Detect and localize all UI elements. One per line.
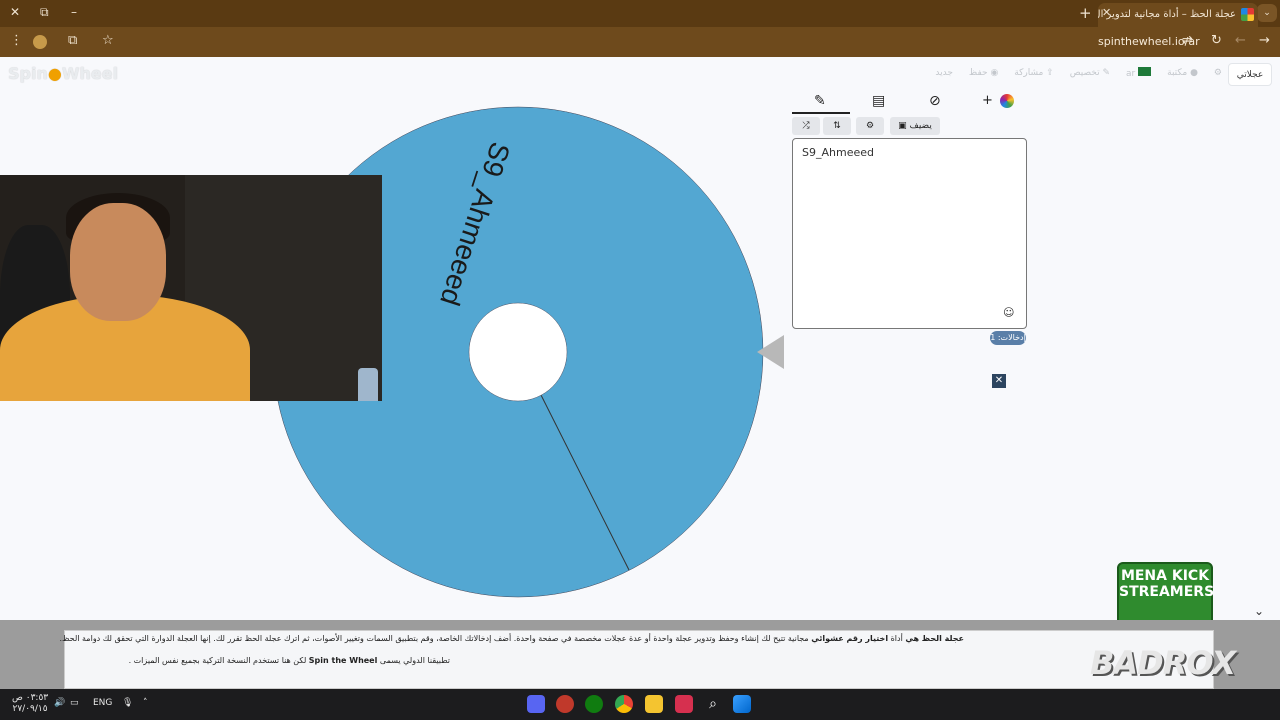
page-content: Spin●Wheel عجلاتي ⚙ ● مكتبة ar ✎ تخصيص ⇪… [0, 57, 1280, 620]
tablist-icon[interactable]: ⌄ [1257, 4, 1277, 22]
close-icon[interactable]: ✕ [992, 374, 1006, 388]
chevron-down-icon[interactable]: ⌄ [1254, 604, 1264, 618]
search-icon[interactable]: ⌕ [704, 695, 722, 713]
shuffle-button[interactable]: ⤮ [792, 117, 820, 135]
network-icon[interactable]: ▭ [70, 698, 79, 708]
add-image-button[interactable]: ▣ يضيف [890, 117, 940, 135]
reload-icon[interactable]: ↻ [1211, 33, 1222, 48]
clipboard-icon[interactable]: ▤ [872, 93, 885, 109]
hide-eye-icon[interactable]: ⊘ [929, 93, 941, 109]
footer-text-line1: عجلة الحظ هي أداة اختيار رقم عشوائي مجان… [59, 634, 964, 643]
restore-icon[interactable]: ⧉ [40, 5, 49, 20]
app-icon[interactable] [556, 695, 574, 713]
profile-icon[interactable] [33, 35, 47, 49]
clock[interactable]: ٠٣:٥٣ ص ٢٧/٠٩/١٥ [12, 693, 48, 715]
color-wheel-icon[interactable] [1000, 94, 1014, 108]
wheel-center[interactable] [468, 302, 568, 402]
footer: عجلة الحظ هي أداة اختيار رقم عشوائي مجان… [0, 620, 1280, 689]
tab-title: عجلة الحظ – أداة مجانية لتدوير ال... [1098, 9, 1236, 20]
volume-icon[interactable]: 🔊 [54, 698, 65, 708]
webcam-bottle [358, 368, 378, 401]
folder-icon[interactable] [645, 695, 663, 713]
shuffle-icon: ⤮ [802, 121, 810, 131]
mic-icon[interactable]: 🎙 [122, 698, 133, 708]
tab-close-icon[interactable]: ✕ [1102, 6, 1111, 19]
active-tab-indicator [792, 112, 850, 114]
image-icon: ▣ [898, 121, 907, 131]
sort-button[interactable]: ⇅ [823, 117, 851, 135]
bookmark-icon[interactable]: ☆ [102, 33, 114, 48]
site-favicon-icon [1241, 8, 1254, 21]
windows-start-icon[interactable] [733, 695, 751, 713]
taskbar: ٠٣:٥٣ ص ٢٧/٠٩/١٥ 🔊 ▭ ENG 🎙 ˄ ⌕ [0, 689, 1280, 720]
browser-toolbar: ⋮ ⧉ ☆ spinthewheel.io/ar ⇌ ↻ ← → [0, 27, 1280, 57]
tray-chevron-icon[interactable]: ˄ [143, 698, 148, 708]
advanced-button[interactable]: ⚙ [856, 117, 884, 135]
language-indicator[interactable]: ENG [93, 698, 112, 708]
chrome-icon[interactable] [615, 695, 633, 713]
webcam-overlay [0, 175, 382, 401]
new-tab-icon[interactable]: + [1079, 4, 1092, 22]
entry-count-badge: إدخالات: 1 [990, 331, 1026, 345]
edit-pencil-icon[interactable]: ✎ [814, 93, 826, 109]
app2-icon[interactable] [675, 695, 693, 713]
extensions-icon[interactable]: ⧉ [68, 33, 77, 48]
gear-icon: ⚙ [865, 121, 875, 131]
discord-icon[interactable] [527, 695, 545, 713]
browser-tab[interactable]: عجلة الحظ – أداة مجانية لتدوير ال... [1098, 3, 1258, 27]
footer-text-line2: تطبيقنا الدولي يسمى Spin the Wheel لكن ه… [128, 656, 450, 665]
sort-icon: ⇅ [833, 121, 841, 131]
minimize-icon[interactable]: – [71, 5, 77, 19]
menu-icon[interactable]: ⋮ [10, 33, 23, 48]
wheel-pointer-icon [757, 335, 784, 369]
badrox-logo: BADROX [1090, 644, 1236, 682]
webcam-person-head [70, 203, 166, 321]
xbox-icon[interactable] [585, 695, 603, 713]
mena-kick-logo: MENA KICK STREAMERS [1117, 562, 1214, 620]
forward-icon: ← [1235, 33, 1246, 48]
add-wheel-icon[interactable]: + [982, 93, 993, 108]
emoji-icon[interactable]: ☺ [1003, 306, 1014, 319]
site-settings-icon[interactable]: ⇌ [1182, 33, 1193, 48]
panel-tabs: ✎ ▤ ⊘ + [792, 90, 1028, 114]
browser-tabbar: ⌄ عجلة الحظ – أداة مجانية لتدوير ال... ✕… [0, 0, 1280, 27]
back-icon[interactable]: → [1259, 33, 1270, 48]
close-icon[interactable]: ✕ [10, 5, 20, 19]
entries-textarea[interactable]: S9_Ahmeeed [792, 138, 1027, 329]
